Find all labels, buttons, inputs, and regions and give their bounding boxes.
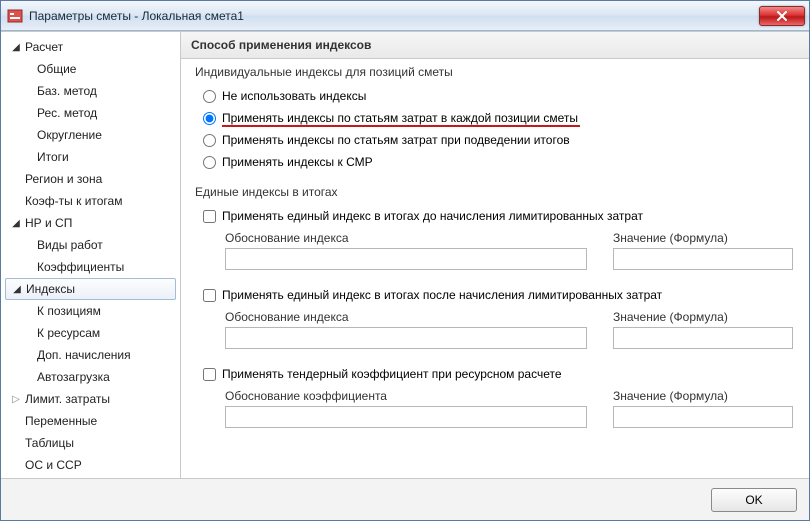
tree-item[interactable]: ▷Баз. метод xyxy=(1,80,180,102)
tree-item[interactable]: ▷Лимит. затраты xyxy=(1,388,180,410)
check-after-limited[interactable]: Применять единый индекс в итогах после н… xyxy=(203,284,793,306)
chevron-down-icon[interactable]: ◢ xyxy=(9,42,23,53)
field-label: Обоснование коэффициента xyxy=(225,389,587,403)
field-label: Значение (Формула) xyxy=(613,310,793,324)
radio-input[interactable] xyxy=(203,134,216,147)
tree-item[interactable]: ▷Таблицы xyxy=(1,432,180,454)
group-legend: Индивидуальные индексы для позиций сметы xyxy=(195,65,459,79)
chevron-right-icon[interactable]: ▷ xyxy=(9,394,23,405)
window-title: Параметры сметы - Локальная смета1 xyxy=(29,9,244,23)
checkbox-input[interactable] xyxy=(203,210,216,223)
tree-item[interactable]: ▷Коэф-ты к итогам xyxy=(1,190,180,212)
chevron-down-icon[interactable]: ◢ xyxy=(10,284,24,295)
radio-label: Не использовать индексы xyxy=(222,89,366,103)
tree-item[interactable]: ▷Коэффициенты xyxy=(1,256,180,278)
tree-item-label: Округление xyxy=(35,128,102,142)
tree-item[interactable]: ▷Итоги xyxy=(1,146,180,168)
checkbox-input[interactable] xyxy=(203,368,216,381)
tree-item-label: Коэффициенты xyxy=(35,260,124,274)
radio-on-totals[interactable]: Применять индексы по статьям затрат при … xyxy=(203,129,793,151)
group-individual-indexes: Индивидуальные индексы для позиций сметы… xyxy=(195,67,795,173)
radio-label: Применять индексы к СМР xyxy=(222,155,373,169)
field-label: Обоснование индекса xyxy=(225,310,587,324)
titlebar: Параметры сметы - Локальная смета1 xyxy=(1,1,809,31)
checkbox-label: Применять тендерный коэффициент при ресу… xyxy=(222,367,562,381)
value-input[interactable] xyxy=(613,327,793,349)
tree-item-label: НР и СП xyxy=(23,216,72,230)
tree-item[interactable]: ▷Автозагрузка xyxy=(1,366,180,388)
tree-item-label: Доп. начисления xyxy=(35,348,131,362)
panel-body: Индивидуальные индексы для позиций сметы… xyxy=(181,59,809,478)
tree-item-label: ОС и ССР xyxy=(23,458,82,472)
tree-item[interactable]: ▷Рес. метод xyxy=(1,102,180,124)
tree-item-label: Регион и зона xyxy=(23,172,102,186)
tree-item[interactable]: ▷К ресурсам xyxy=(1,322,180,344)
value-input[interactable] xyxy=(613,248,793,270)
ok-button[interactable]: OK xyxy=(711,488,797,512)
tree-item-label: Индексы xyxy=(24,282,75,296)
tree-item-label: Расчет xyxy=(23,40,63,54)
tree-item-label: Рес. метод xyxy=(35,106,97,120)
tree-item-label: К позициям xyxy=(35,304,101,318)
tree-item[interactable]: ◢Расчет xyxy=(1,36,180,58)
tree-item-label: Таблицы xyxy=(23,436,74,450)
tree-item[interactable]: ▷К позициям xyxy=(1,300,180,322)
tree-item[interactable]: ▷Округление xyxy=(1,124,180,146)
radio-per-position[interactable]: Применять индексы по статьям затрат в ка… xyxy=(203,107,793,129)
tree-item-label: Лимит. затраты xyxy=(23,392,110,406)
tree-item[interactable]: ◢Индексы xyxy=(5,278,176,300)
chevron-down-icon[interactable]: ◢ xyxy=(9,218,23,229)
dialog-footer: OK xyxy=(1,478,809,520)
checkbox-label: Применять единый индекс в итогах после н… xyxy=(222,288,662,302)
justification-input[interactable] xyxy=(225,327,587,349)
check-before-limited[interactable]: Применять единый индекс в итогах до начи… xyxy=(203,205,793,227)
tree-item[interactable]: ◢НР и СП xyxy=(1,212,180,234)
input-pair: Обоснование коэффициента Значение (Форму… xyxy=(203,389,793,428)
field-label: Обоснование индекса xyxy=(225,231,587,245)
radio-label: Применять индексы по статьям затрат в ка… xyxy=(222,111,578,125)
radio-input[interactable] xyxy=(203,90,216,103)
checkbox-label: Применять единый индекс в итогах до начи… xyxy=(222,209,643,223)
tree-item-label: К ресурсам xyxy=(35,326,100,340)
tree-item[interactable]: ▷Виды работ xyxy=(1,234,180,256)
tree-item[interactable]: ▷ОС и ССР xyxy=(1,454,180,476)
radio-input[interactable] xyxy=(203,112,216,125)
group-legend: Единые индексы в итогах xyxy=(195,185,344,199)
justification-input[interactable] xyxy=(225,248,587,270)
dialog-window: Параметры сметы - Локальная смета1 ◢Расч… xyxy=(0,0,810,521)
justification-input[interactable] xyxy=(225,406,587,428)
app-icon xyxy=(7,8,23,24)
input-pair: Обоснование индекса Значение (Формула) xyxy=(203,231,793,270)
tree-item-label: Автозагрузка xyxy=(35,370,110,384)
tree-item[interactable]: ▷Общие xyxy=(1,58,180,80)
main-panel: Способ применения индексов Индивидуальны… xyxy=(181,32,809,478)
check-tender-coef[interactable]: Применять тендерный коэффициент при ресу… xyxy=(203,363,793,385)
radio-smr[interactable]: Применять индексы к СМР xyxy=(203,151,793,173)
tree-item-label: Переменные xyxy=(23,414,97,428)
nav-tree[interactable]: ◢Расчет▷Общие▷Баз. метод▷Рес. метод▷Окру… xyxy=(1,32,181,478)
tree-item-label: Коэф-ты к итогам xyxy=(23,194,122,208)
field-label: Значение (Формула) xyxy=(613,231,793,245)
tree-item[interactable]: ▷Переменные xyxy=(1,410,180,432)
radio-input[interactable] xyxy=(203,156,216,169)
dialog-body: ◢Расчет▷Общие▷Баз. метод▷Рес. метод▷Окру… xyxy=(1,31,809,478)
tree-item-label: Общие xyxy=(35,62,76,76)
checkbox-input[interactable] xyxy=(203,289,216,302)
group-total-indexes: Единые индексы в итогах Применять единый… xyxy=(195,187,795,428)
radio-no-indexes[interactable]: Не использовать индексы xyxy=(203,85,793,107)
value-input[interactable] xyxy=(613,406,793,428)
tree-item-label: Баз. метод xyxy=(35,84,97,98)
tree-item[interactable]: ▷Доп. начисления xyxy=(1,344,180,366)
input-pair: Обоснование индекса Значение (Формула) xyxy=(203,310,793,349)
tree-item[interactable]: ▷Регион и зона xyxy=(1,168,180,190)
close-button[interactable] xyxy=(759,6,805,26)
field-label: Значение (Формула) xyxy=(613,389,793,403)
radio-label: Применять индексы по статьям затрат при … xyxy=(222,133,570,147)
panel-header: Способ применения индексов xyxy=(181,32,809,59)
tree-item-label: Виды работ xyxy=(35,238,103,252)
tree-item-label: Итоги xyxy=(35,150,69,164)
